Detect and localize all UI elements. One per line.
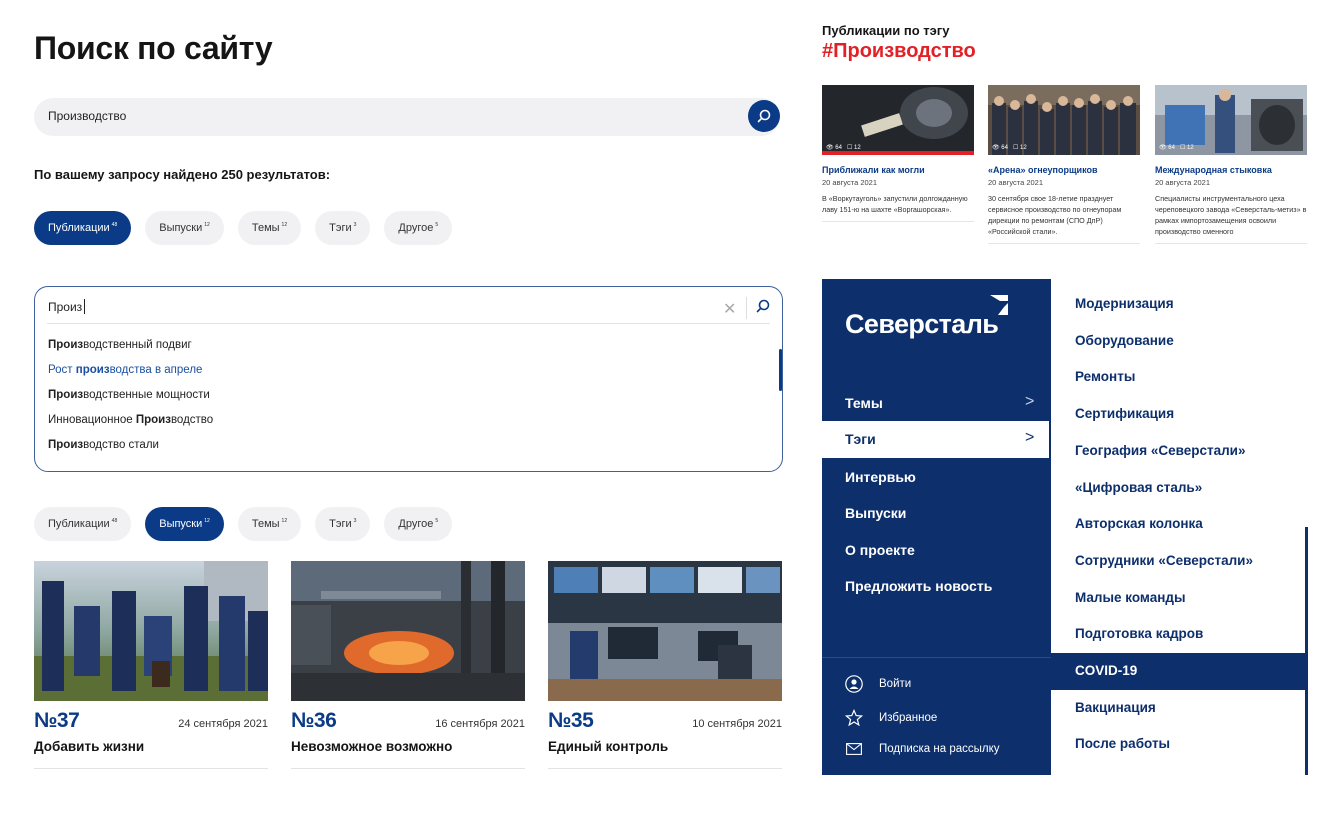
- publication-stats: 👁 64 ☐ 12: [1159, 145, 1194, 151]
- tag-item[interactable]: Модернизация: [1075, 296, 1174, 311]
- publication-photo[interactable]: 👁 64 ☐ 12: [988, 85, 1140, 155]
- filter-chip-topics[interactable]: Темы 12: [237, 211, 302, 245]
- nav-item-about[interactable]: О проекте: [845, 542, 915, 558]
- issue-title[interactable]: Добавить жизни: [34, 739, 268, 754]
- issue-card[interactable]: №35 10 сентября 2021 Единый контроль: [548, 561, 782, 769]
- search-icon: [757, 109, 771, 123]
- login-link[interactable]: Войти: [845, 675, 911, 693]
- filter-chip-topics[interactable]: Темы 12: [237, 507, 302, 541]
- tag-item[interactable]: Авторская колонка: [1075, 516, 1203, 531]
- star-icon: [845, 709, 863, 727]
- issue-photo[interactable]: [548, 561, 782, 701]
- filter-chip-issues[interactable]: Выпуски 12: [145, 507, 224, 541]
- suggestion-item[interactable]: Производственный подвиг: [48, 339, 192, 351]
- close-icon[interactable]: ✕: [723, 299, 736, 319]
- suggestion-item[interactable]: Инновационное Производство: [48, 414, 213, 426]
- nav-menu: Северсталь Темы > Тэги > Интервью Выпуск…: [822, 279, 1051, 775]
- logo[interactable]: Северсталь: [845, 309, 999, 340]
- publication-date: 20 августа 2021: [822, 178, 878, 187]
- issue-date: 16 сентября 2021: [435, 718, 525, 730]
- scrollbar[interactable]: [779, 349, 782, 391]
- issue-number: №36: [291, 709, 337, 732]
- publication-card[interactable]: 👁 64 ☐ 12 Приближали как могли 20 августа…: [822, 85, 974, 222]
- filter-chip-other[interactable]: Другое 5: [384, 211, 453, 245]
- suggestion-item[interactable]: Производство стали: [48, 439, 159, 451]
- page-title: Поиск по сайту: [34, 30, 273, 66]
- tag-item[interactable]: Сотрудники «Северстали»: [1075, 553, 1253, 568]
- publication-date: 20 августа 2021: [1155, 178, 1211, 187]
- publication-card[interactable]: 👁 64 ☐ 12 Международная стыковка 20 авгус…: [1155, 85, 1307, 244]
- favorites-link[interactable]: Избранное: [845, 709, 937, 727]
- autocomplete-input[interactable]: Произ: [48, 299, 86, 314]
- issue-card[interactable]: №36 16 сентября 2021 Невозможное возможн…: [291, 561, 525, 769]
- logo-mark-icon: [990, 295, 1008, 315]
- publication-stats: 👁 64 ☐ 12: [826, 145, 861, 151]
- tag-name[interactable]: #Производство: [822, 40, 976, 63]
- scrollbar[interactable]: [1305, 527, 1308, 775]
- publication-title[interactable]: Приближали как могли: [822, 165, 974, 175]
- tag-publications-label: Публикации по тэгу: [822, 23, 950, 38]
- issue-photo[interactable]: [34, 561, 268, 701]
- filter-chip-tags[interactable]: Тэги 3: [315, 211, 371, 245]
- publication-card[interactable]: 👁 64 ☐ 12 «Арена» огнеупорщиков 20 август…: [988, 85, 1140, 244]
- publication-stats: 👁 64 ☐ 12: [992, 145, 1027, 151]
- search-icon[interactable]: [755, 298, 771, 314]
- publication-title[interactable]: «Арена» огнеупорщиков: [988, 165, 1140, 175]
- nav-item-tags[interactable]: Тэги >: [822, 421, 1049, 458]
- tag-item[interactable]: После работы: [1075, 736, 1170, 751]
- filter-chip-publications[interactable]: Публикации 48: [34, 507, 132, 541]
- tag-item[interactable]: Подготовка кадров: [1075, 626, 1203, 641]
- tag-item[interactable]: Малые команды: [1075, 590, 1186, 605]
- issue-date: 10 сентября 2021: [692, 718, 782, 730]
- tag-item[interactable]: «Цифровая сталь»: [1075, 480, 1202, 495]
- tag-item-label: COVID-19: [1075, 663, 1138, 678]
- newsletter-link[interactable]: Подписка на рассылку: [845, 743, 1000, 755]
- publication-desc: Специалисты инструментального цеха череп…: [1155, 194, 1307, 236]
- search-input-value: Производство: [48, 109, 127, 123]
- filter-chip-publications[interactable]: Публикации 48: [34, 211, 132, 245]
- filter-tabs-bottom: Публикации 48 Выпуски 12 Темы 12 Тэги 3 Друг…: [34, 507, 453, 541]
- nav-item-topics[interactable]: Темы: [845, 395, 883, 411]
- publication-title[interactable]: Международная стыковка: [1155, 165, 1307, 175]
- publication-photo[interactable]: 👁 64 ☐ 12: [1155, 85, 1307, 155]
- tag-item[interactable]: Оборудование: [1075, 333, 1174, 348]
- issue-title[interactable]: Невозможное возможно: [291, 739, 525, 754]
- issue-date: 24 сентября 2021: [178, 718, 268, 730]
- nav-item-issues[interactable]: Выпуски: [845, 505, 906, 521]
- search-input[interactable]: Производство: [34, 98, 780, 136]
- tag-item[interactable]: География «Северстали»: [1075, 443, 1246, 458]
- chevron-right-icon: >: [1025, 393, 1035, 410]
- user-icon: [845, 675, 863, 693]
- tag-item[interactable]: Сертификация: [1075, 406, 1174, 421]
- issue-title[interactable]: Единый контроль: [548, 739, 782, 754]
- search-button[interactable]: [748, 100, 780, 132]
- publication-desc: 30 сентября свое 18-летие празднует серв…: [988, 194, 1122, 236]
- suggestion-item[interactable]: Рост производства в апреле: [48, 364, 202, 376]
- filter-tabs-top: Публикации 48 Выпуски 12 Темы 12 Тэги 3 Друг…: [34, 211, 453, 245]
- filter-chip-tags[interactable]: Тэги 3: [315, 507, 371, 541]
- tag-item-active[interactable]: COVID-19: [1051, 653, 1308, 690]
- issue-card[interactable]: №37 24 сентября 2021 Добавить жизни: [34, 561, 268, 769]
- nav-item-suggest-news[interactable]: Предложить новость: [845, 578, 992, 594]
- tag-item[interactable]: Вакцинация: [1075, 700, 1156, 715]
- publication-photo[interactable]: 👁 64 ☐ 12: [822, 85, 974, 155]
- chevron-right-icon: >: [1025, 429, 1035, 446]
- tag-item[interactable]: Ремонты: [1075, 369, 1135, 384]
- mail-icon: [845, 743, 863, 755]
- filter-chip-issues[interactable]: Выпуски 12: [145, 211, 224, 245]
- tags-list: Модернизация Оборудование Ремонты Сертиф…: [1051, 285, 1308, 775]
- results-count: По вашему запросу найдено 250 результато…: [34, 167, 331, 182]
- nav-item-interviews[interactable]: Интервью: [845, 469, 916, 485]
- issue-number: №35: [548, 709, 594, 732]
- autocomplete-dropdown: Произ ✕ Производственный подвиг Рост про…: [34, 286, 783, 472]
- publication-desc: В «Воркутауголь» запустили долгожданную …: [822, 194, 968, 214]
- suggestion-item[interactable]: Производственные мощности: [48, 389, 210, 401]
- issue-photo[interactable]: [291, 561, 525, 701]
- issue-number: №37: [34, 709, 80, 732]
- publication-date: 20 августа 2021: [988, 178, 1044, 187]
- nav-item-label: Тэги: [845, 431, 876, 447]
- filter-chip-other[interactable]: Другое 5: [384, 507, 453, 541]
